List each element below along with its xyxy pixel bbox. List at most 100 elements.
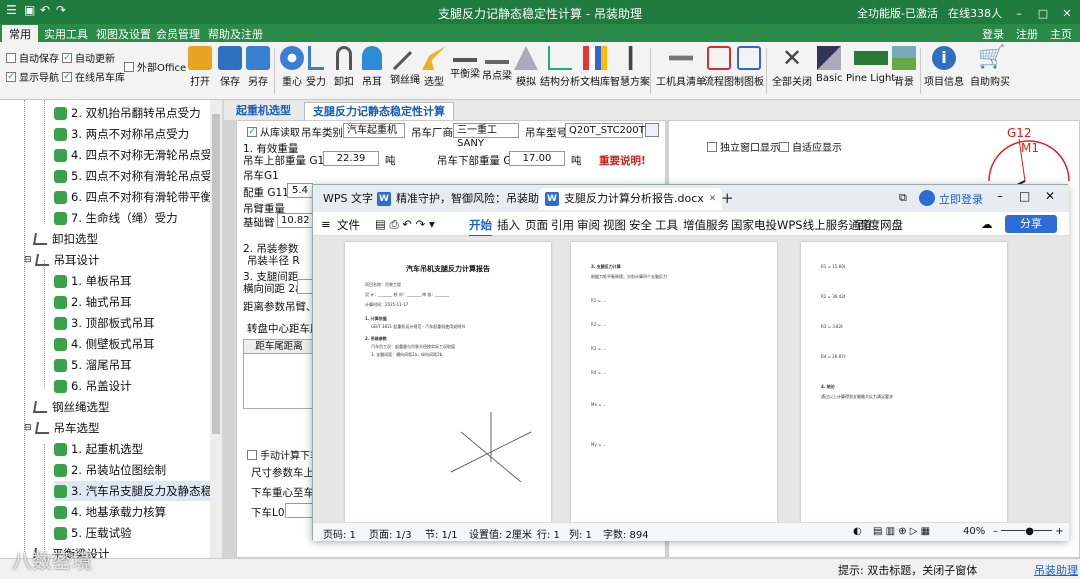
menu-spic-channel[interactable]: 国家电投WPS线上服务通道: [731, 217, 872, 233]
counterweight-input[interactable]: 5.4: [287, 183, 313, 198]
theme-basic-button[interactable]: Basic: [816, 46, 842, 84]
lower-weight-input[interactable]: 17.00: [509, 151, 565, 166]
manual-calc-check[interactable]: 手动计算下车: [247, 447, 320, 462]
minimize-icon[interactable]: –: [997, 189, 1003, 203]
new-tab-icon[interactable]: +: [721, 189, 734, 207]
menu-insert[interactable]: 插入: [497, 217, 520, 233]
tree-group-shackle[interactable]: 卸扣选型: [32, 229, 98, 249]
project-info-button[interactable]: i 项目信息: [924, 46, 964, 88]
force-button[interactable]: 受力: [306, 46, 326, 88]
file-menu[interactable]: 文件: [337, 217, 360, 233]
close-icon[interactable]: ✕: [1045, 189, 1055, 203]
tree-item[interactable]: 2. 吊装站位图绘制: [54, 460, 166, 480]
selection-button[interactable]: 选型: [422, 46, 446, 88]
tree-item[interactable]: 5. 四点不对称有滑轮吊点受力: [54, 166, 221, 186]
login-link[interactable]: 登录: [982, 26, 1004, 42]
wire-rope-button[interactable]: 钢丝绳: [390, 46, 420, 86]
menu-security[interactable]: 安全: [629, 217, 652, 233]
view-mode-icons[interactable]: ▤ ▥ ⊕ ▷ ▦: [873, 526, 930, 537]
share-button[interactable]: 分享: [1005, 215, 1057, 233]
tree-item[interactable]: 4. 地基承载力核算: [54, 502, 166, 522]
tree-item[interactable]: 6. 吊盖设计: [54, 376, 132, 396]
drawing-board-button[interactable]: 制图板: [734, 46, 764, 88]
upper-weight-input[interactable]: 22.39: [323, 151, 379, 166]
tab-help[interactable]: 帮助及注册: [208, 26, 263, 42]
lower-l0-input[interactable]: [285, 503, 313, 518]
login-button[interactable]: 立即登录: [939, 191, 983, 207]
quick-tools-icons[interactable]: ▤ ⎙ ↶ ↷ ▾: [375, 217, 435, 232]
simulate-button[interactable]: 模拟: [514, 46, 538, 88]
close-icon[interactable]: ✕: [1060, 7, 1074, 20]
crane-type-select[interactable]: 汽车起重机: [343, 123, 405, 138]
tree-group-wire-rope[interactable]: 钢丝绳选型: [32, 397, 110, 417]
shackle-button[interactable]: 卸扣: [334, 46, 354, 88]
tree-item[interactable]: 5. 压载试验: [54, 523, 132, 543]
user-avatar[interactable]: [919, 190, 935, 206]
home-link[interactable]: 主页: [1050, 26, 1072, 42]
zoom-level[interactable]: 40%: [963, 526, 985, 537]
status-link[interactable]: 吊装助理: [1034, 562, 1078, 578]
lug-button[interactable]: 吊耳: [362, 46, 382, 88]
menu-start[interactable]: 开始: [469, 217, 492, 237]
structure-button[interactable]: 结构分析: [540, 46, 580, 88]
reading-mode-icon[interactable]: ◐: [853, 526, 862, 537]
tree-group-crane[interactable]: ⊟ 吊车选型: [24, 418, 100, 438]
important-note-link[interactable]: 重要说明!: [599, 153, 646, 168]
minimize-icon[interactable]: –: [1012, 7, 1026, 20]
menu-page[interactable]: 页面: [525, 217, 548, 233]
save-as-button[interactable]: 另存: [246, 46, 270, 88]
menu-review[interactable]: 审阅: [577, 217, 600, 233]
tree-item[interactable]: 3. 两点不对称吊点受力: [54, 124, 189, 144]
tree-item[interactable]: 4. 四点不对称无滑轮吊点受力: [54, 145, 221, 165]
background-button[interactable]: 背景: [892, 46, 916, 88]
online-crane-lib-check[interactable]: ✓ 在线吊车库: [62, 69, 125, 84]
balance-beam-button[interactable]: 平衡梁: [450, 46, 480, 80]
menu-baidu-disk[interactable]: 百度网盘: [857, 217, 903, 233]
save-button[interactable]: 保存: [218, 46, 242, 88]
close-tab-icon[interactable]: ✕: [709, 188, 717, 210]
lateral-span-input[interactable]: [297, 279, 313, 294]
window-layout-icon[interactable]: ⧉: [899, 191, 907, 205]
tab-common[interactable]: 常用: [2, 25, 38, 42]
document-canvas[interactable]: 汽车吊机支腿反力计算报告 项目名称：吊装工程 设 计：_______ 校 对：_…: [313, 236, 1069, 522]
open-button[interactable]: 打开: [188, 46, 212, 88]
tab-view[interactable]: 视图及设置: [96, 26, 151, 42]
model-select[interactable]: Q20T_STC200T5: [565, 123, 651, 138]
tool-list-button[interactable]: 工机具清单: [656, 46, 706, 88]
maximize-icon[interactable]: □: [1019, 189, 1030, 203]
menu-view[interactable]: 视图: [603, 217, 626, 233]
register-link[interactable]: 注册: [1016, 26, 1038, 42]
doc-library-button[interactable]: 文档库: [580, 46, 610, 88]
auto-save-check[interactable]: 自动保存: [6, 50, 59, 65]
model-search-icon[interactable]: [645, 123, 659, 137]
tree-item[interactable]: 6. 四点不对称有滑轮带平衡梁吊: [54, 187, 221, 207]
maximize-icon[interactable]: □: [1036, 7, 1050, 20]
status-words[interactable]: 字数: 894: [603, 526, 649, 541]
tab-crane-selection[interactable]: 起重机选型: [228, 102, 299, 120]
external-office-check[interactable]: 外部Office: [124, 59, 186, 74]
flowchart-button[interactable]: 流程图: [704, 46, 734, 88]
menu-tools[interactable]: 工具: [655, 217, 678, 233]
independent-window-check[interactable]: 独立窗口显示: [707, 139, 780, 154]
tree-item[interactable]: 2. 双机抬吊翻转吊点受力: [54, 103, 201, 123]
tree-item[interactable]: 7. 生命线（绳）受力: [54, 208, 178, 228]
base-arm-input[interactable]: 10.82: [277, 213, 313, 228]
center-button[interactable]: 重心: [280, 46, 304, 88]
status-setting[interactable]: 设置值: 2厘米: [469, 526, 532, 541]
tree-item[interactable]: 5. 溜尾吊耳: [54, 355, 132, 375]
from-library-check[interactable]: ✓ 从库读取: [247, 124, 300, 139]
menu-reference[interactable]: 引用: [551, 217, 574, 233]
tab-tools[interactable]: 实用工具: [44, 26, 88, 42]
wps-home-tab[interactable]: WPS 文字: [317, 188, 379, 210]
tree-item[interactable]: 4. 侧壁板式吊耳: [54, 334, 155, 354]
tree-item[interactable]: 1. 单板吊耳: [54, 271, 132, 291]
lifting-beam-button[interactable]: 吊点梁: [482, 46, 512, 82]
auto-update-check[interactable]: ✓ 自动更新: [62, 50, 115, 65]
tab-outrigger-calc[interactable]: 支腿反力记静态稳定性计算: [304, 102, 454, 120]
show-nav-check[interactable]: ✓ 显示导航: [6, 69, 59, 84]
maker-select[interactable]: 三一重工SANY: [453, 123, 519, 149]
wps-report-tab[interactable]: W 支腿反力计算分析报告.docx ✕: [539, 188, 723, 210]
tab-member[interactable]: 会员管理: [156, 26, 200, 42]
tree-item-selected[interactable]: 3. 汽车吊支腿反力及静态稳定性: [54, 481, 221, 501]
zoom-slider[interactable]: – ────●─── +: [993, 526, 1064, 537]
